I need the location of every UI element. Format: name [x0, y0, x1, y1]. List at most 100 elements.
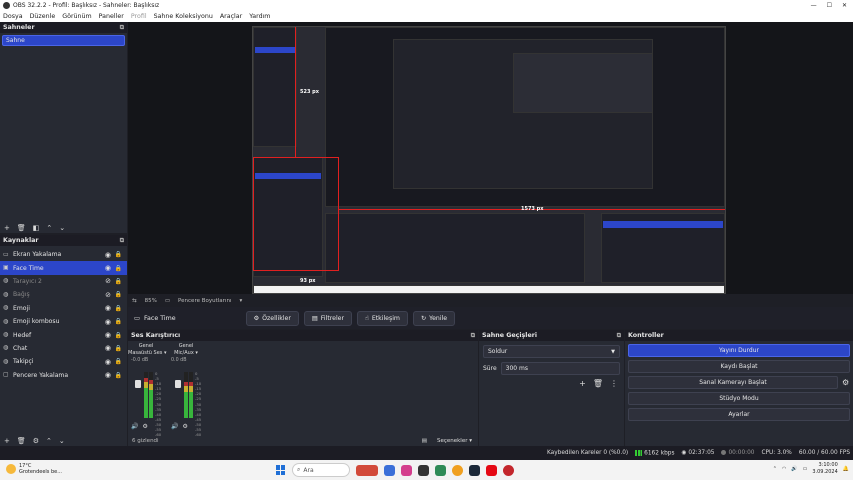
mixer-layout-icon[interactable]: ▤ [422, 438, 427, 444]
source-row[interactable]: ◍ Emoji ◉ 🔒 [0, 302, 127, 315]
remove-scene-icon[interactable]: 🗑 [17, 224, 26, 232]
gear-icon[interactable]: ⚙ [842, 378, 849, 387]
eye-icon[interactable]: ◉ [105, 344, 111, 352]
selection-box[interactable] [253, 157, 339, 271]
volume-icon[interactable]: 🔊 [791, 466, 797, 472]
chrome-icon[interactable] [452, 464, 463, 476]
eye-icon[interactable]: ◉ [105, 358, 111, 366]
netflix-icon[interactable] [486, 464, 497, 476]
scene-filters-icon[interactable]: ◧ [33, 224, 40, 232]
volume-slider[interactable] [175, 372, 181, 418]
minimize-icon[interactable]: — [811, 2, 817, 9]
source-row[interactable]: ◍ Hedef ◉ 🔒 [0, 328, 127, 341]
battery-icon[interactable]: ▭ [803, 466, 808, 472]
menu-view[interactable]: Görünüm [62, 13, 91, 20]
lock-icon[interactable]: 🔒 [115, 345, 122, 352]
menu-docks[interactable]: Paneller [99, 13, 124, 20]
app-red-icon[interactable] [503, 464, 514, 476]
source-row[interactable]: ▭ Ekran Yakalama ◉ 🔒 [0, 248, 127, 261]
chevron-down-icon[interactable]: ▾ [239, 298, 242, 304]
eye-icon[interactable]: ◉ [105, 264, 111, 272]
undock-icon[interactable]: ⧉ [120, 24, 124, 32]
taskbar-search[interactable]: ⌕ Ara [292, 463, 350, 477]
interact-button[interactable]: ☝ Etkileşim [357, 310, 408, 326]
eye-off-icon[interactable]: ⊘ [105, 291, 111, 299]
lock-icon[interactable]: 🔒 [115, 332, 122, 339]
close-icon[interactable]: ✕ [842, 2, 847, 9]
settings-button[interactable]: Ayarlar [628, 408, 850, 421]
move-up-icon[interactable]: ⌃ [46, 437, 52, 445]
source-row[interactable]: ◍ Emoji kombosu ◉ 🔒 [0, 315, 127, 328]
channel-name[interactable]: Masaüstü Ses ▾ [128, 350, 167, 356]
menu-file[interactable]: Dosya [3, 13, 23, 20]
source-row[interactable]: ◍ Chat ◉ 🔒 [0, 342, 127, 355]
move-down-icon[interactable]: ⌄ [59, 437, 65, 445]
zoom-level[interactable]: 85% [145, 298, 157, 304]
add-scene-icon[interactable]: + [4, 224, 10, 232]
clock[interactable]: 3:10:00 3.09.2024 [812, 462, 837, 476]
app-pink-icon[interactable] [401, 464, 412, 476]
weather-widget[interactable]: 17°C Grotendeels be... [6, 463, 62, 475]
preview-canvas[interactable]: 523 px 1573 px 93 px [252, 26, 726, 294]
lock-icon[interactable]: 🔒 [115, 372, 122, 379]
eye-icon[interactable]: ◉ [105, 318, 111, 326]
stop-stream-button[interactable]: Yayını Durdur [628, 344, 850, 357]
app-game-icon[interactable] [356, 464, 378, 476]
lock-icon[interactable]: 🔒 [115, 291, 122, 298]
task-view-icon[interactable] [384, 464, 395, 476]
lock-icon[interactable]: 🔒 [115, 265, 122, 272]
volume-slider[interactable] [135, 372, 141, 418]
menu-tools[interactable]: Araçlar [220, 13, 242, 20]
lock-icon[interactable]: 🔒 [115, 318, 122, 325]
studio-mode-button[interactable]: Stüdyo Modu [628, 392, 850, 405]
remove-transition-icon[interactable]: 🗑 [593, 379, 603, 388]
eye-off-icon[interactable]: ⊘ [105, 277, 111, 285]
start-recording-button[interactable]: Kaydı Başlat [628, 360, 850, 373]
menu-profile[interactable]: Profil [131, 13, 147, 20]
lock-icon[interactable]: 🔒 [115, 251, 122, 258]
channel-gear-icon[interactable]: ⚙ [182, 423, 187, 430]
eye-icon[interactable]: ◉ [105, 251, 111, 259]
preview-mode[interactable]: Pencere Boyutlarını [178, 298, 231, 304]
more-options-icon[interactable]: ⋮ [610, 379, 618, 388]
preview-lock-icon[interactable]: ⇆ [132, 298, 137, 304]
add-transition-icon[interactable]: + [579, 379, 586, 388]
steam-icon[interactable] [469, 464, 480, 476]
undock-icon[interactable]: ⧉ [120, 237, 124, 245]
transition-select[interactable]: Soldur ▼ [483, 345, 620, 358]
volume-knob[interactable] [175, 380, 181, 388]
filters-button[interactable]: ▤ Filtreler [303, 310, 353, 326]
lock-icon[interactable]: 🔒 [115, 278, 122, 285]
scene-item[interactable]: Sahne [2, 35, 125, 46]
menu-edit[interactable]: Düzenle [30, 13, 56, 20]
menu-scene-collection[interactable]: Sahne Koleksiyonu [154, 13, 213, 20]
xbox-icon[interactable] [435, 464, 446, 476]
speaker-icon[interactable]: 🔊 [171, 423, 178, 430]
source-row[interactable]: ▣ Face Time ◉ 🔒 [0, 261, 127, 275]
move-down-icon[interactable]: ⌄ [59, 224, 65, 232]
remove-source-icon[interactable]: 🗑 [17, 437, 26, 445]
menu-help[interactable]: Yardım [249, 13, 270, 20]
duration-input[interactable]: 300 ms [500, 362, 620, 375]
volume-knob[interactable] [135, 380, 141, 388]
undock-icon[interactable]: ⧉ [617, 332, 621, 340]
channel-gear-icon[interactable]: ⚙ [142, 423, 147, 430]
properties-button[interactable]: ⚙ Özellikler [245, 310, 299, 326]
wifi-icon[interactable]: ◠ [782, 466, 786, 472]
maximize-icon[interactable]: ☐ [827, 2, 832, 9]
add-source-icon[interactable]: + [4, 437, 10, 445]
source-properties-icon[interactable]: ⚙ [33, 437, 39, 445]
eye-icon[interactable]: ◉ [105, 304, 111, 312]
source-row[interactable]: ▢ Pencere Yakalama ◉ 🔒 [0, 369, 127, 382]
eye-icon[interactable]: ◉ [105, 331, 111, 339]
refresh-button[interactable]: ↻ Yenile [412, 310, 456, 326]
undock-icon[interactable]: ⧉ [471, 332, 475, 340]
source-row[interactable]: ◍ Bağış ⊘ 🔒 [0, 288, 127, 301]
lock-icon[interactable]: 🔒 [115, 358, 122, 365]
preview-mode-icon[interactable]: ▭ [165, 298, 170, 304]
source-row[interactable]: ◍ Takipçi ◉ 🔒 [0, 355, 127, 368]
source-row[interactable]: ◍ Tarayıcı 2 ⊘ 🔒 [0, 275, 127, 288]
speaker-icon[interactable]: 🔊 [131, 423, 138, 430]
windows-start-icon[interactable] [276, 465, 286, 475]
channel-name[interactable]: Mic/Aux ▾ [168, 350, 204, 356]
